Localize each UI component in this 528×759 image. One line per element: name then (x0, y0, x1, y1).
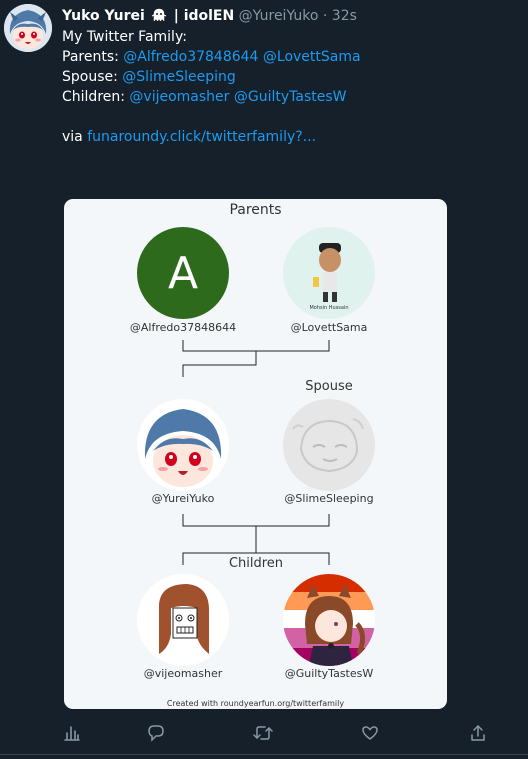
retweet-button[interactable] (249, 719, 277, 747)
tweet-body: My Twitter Family: Parents: @Alfredo3784… (62, 27, 512, 147)
spouse-label: Spouse: (62, 69, 118, 85)
family-tree-card[interactable]: Parents A @Alfredo37848644 Mohsin Hussai… (64, 199, 447, 709)
child2-mention-link[interactable]: @GuiltyTastesW (234, 89, 347, 105)
tweet-timestamp[interactable]: 32s (332, 8, 357, 24)
spouse-title: Spouse (305, 379, 353, 394)
like-icon (362, 726, 378, 740)
tweet-line-parents: Parents: @Alfredo37848644 @LovettSama (62, 47, 512, 67)
parent2-mention-link[interactable]: @LovettSama (263, 49, 361, 65)
share-button[interactable] (464, 719, 492, 747)
like-button[interactable] (356, 719, 384, 747)
reply-button[interactable] (142, 719, 170, 747)
child2-avatar[interactable] (283, 574, 375, 666)
self-username: @YureiYuko (151, 492, 215, 505)
user-handle[interactable]: @YureiYuko (239, 8, 319, 24)
name-suffix[interactable]: | idolEN (174, 8, 235, 24)
child2-username: @GuiltyTastesW (284, 667, 374, 680)
parents-label: Parents: (62, 49, 119, 65)
parent1-avatar[interactable]: A (137, 227, 229, 319)
card-footer-credit: Created with roundyearfun.org/twitterfam… (166, 699, 345, 708)
parents-title: Parents (229, 202, 282, 218)
tree-connector-lines (182, 340, 330, 565)
children-label: Children: (62, 89, 125, 105)
retweet-icon (253, 726, 273, 740)
children-title: Children (228, 556, 284, 571)
via-link[interactable]: funaroundy.click/twitterfamily?... (87, 129, 316, 145)
tweet-divider (0, 754, 528, 755)
parent1-initial: A (167, 247, 199, 299)
child1-mention-link[interactable]: @vijeomasher (129, 89, 229, 105)
parent1-mention-link[interactable]: @Alfredo37848644 (123, 49, 258, 65)
tweet-line-intro: My Twitter Family: (62, 29, 187, 45)
child1-avatar[interactable] (137, 574, 229, 666)
ghost-icon (151, 8, 167, 22)
analytics-icon (64, 726, 80, 741)
spouse-avatar[interactable] (283, 399, 375, 491)
spouse-username: @SlimeSleeping (284, 492, 374, 505)
tweet-action-bar (0, 719, 528, 749)
separator-dot: · (322, 8, 328, 24)
tweet-line-via: via funaroundy.click/twitterfamily?... (62, 127, 512, 147)
spouse-mention-link[interactable]: @SlimeSleeping (122, 69, 235, 85)
analytics-button[interactable] (58, 719, 86, 747)
profile-avatar[interactable] (4, 4, 52, 52)
svg-text:Mohsin Hussain: Mohsin Hussain (309, 305, 348, 311)
self-avatar[interactable] (137, 399, 229, 491)
tweet-header: Yuko Yurei | idolEN @YureiYuko · 32s (62, 6, 357, 26)
parent1-username: @Alfredo37848644 (129, 321, 237, 334)
child1-username: @vijeomasher (143, 667, 223, 680)
parent2-avatar[interactable]: Mohsin Hussain (283, 227, 375, 319)
display-name[interactable]: Yuko Yurei (62, 8, 145, 24)
reply-icon (148, 725, 164, 742)
via-label: via (62, 129, 83, 145)
share-icon (471, 725, 485, 741)
tweet-line-spouse: Spouse: @SlimeSleeping (62, 67, 512, 87)
tweet-line-children: Children: @vijeomasher @GuiltyTastesW (62, 87, 512, 107)
parent2-username: @LovettSama (290, 321, 368, 334)
